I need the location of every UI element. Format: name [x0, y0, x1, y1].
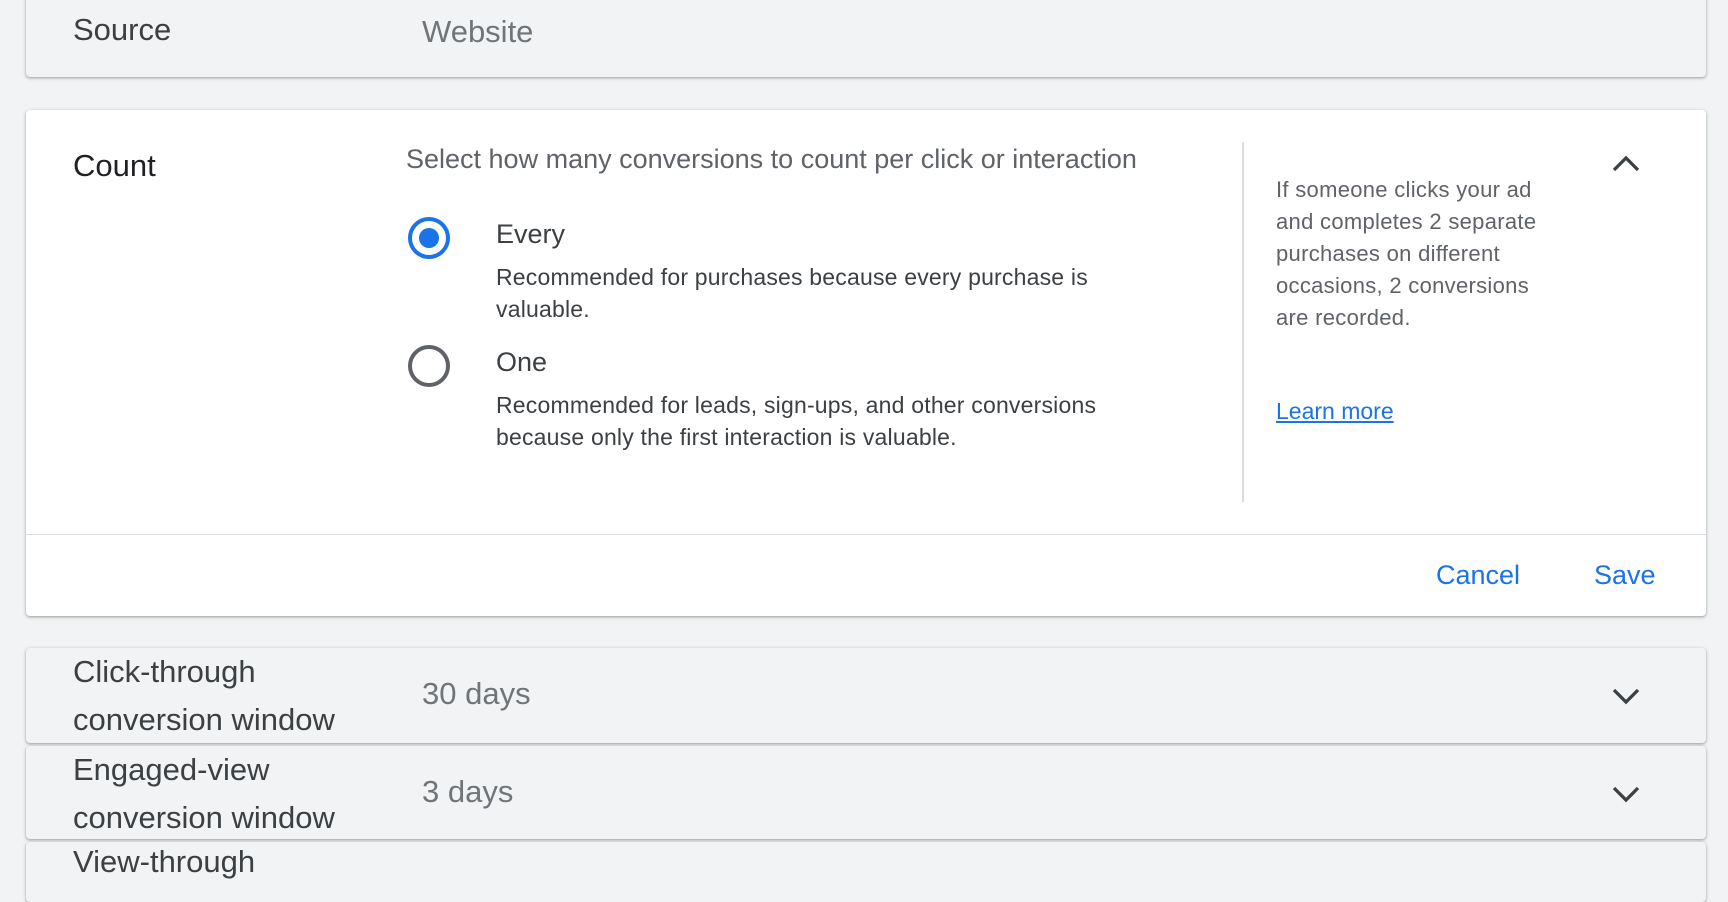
vertical-divider: [1242, 142, 1244, 502]
engaged-view-window-row[interactable]: Engaged-view conversion window 3 days: [26, 746, 1706, 839]
cancel-button[interactable]: Cancel: [1436, 560, 1520, 591]
view-through-label: View-through: [73, 844, 256, 879]
help-text: If someone clicks your ad and completes …: [1276, 177, 1537, 330]
count-prompt: Select how many conversions to count per…: [406, 144, 1137, 174]
source-row[interactable]: Source Website: [26, 0, 1706, 77]
learn-more-link[interactable]: Learn more: [1276, 398, 1394, 425]
engaged-view-value: 3 days: [422, 774, 514, 809]
chevron-up-icon[interactable]: [1608, 146, 1644, 182]
click-through-label-line1: Click-through: [73, 654, 256, 689]
radio-every-label: Every: [496, 219, 566, 249]
click-through-window-row[interactable]: Click-through conversion window 30 days: [26, 648, 1706, 743]
radio-every-description: Recommended for purchases because every …: [496, 264, 1088, 322]
chevron-down-icon[interactable]: [1608, 678, 1644, 714]
click-through-label-line2: conversion window: [73, 702, 335, 737]
engaged-view-label-line1: Engaged-view: [73, 752, 270, 787]
count-panel: Count Select how many conversions to cou…: [26, 110, 1706, 616]
engaged-view-label-line2: conversion window: [73, 800, 335, 835]
click-through-value: 30 days: [422, 676, 531, 711]
engaged-view-label: Engaged-view conversion window: [73, 746, 335, 842]
save-button[interactable]: Save: [1594, 560, 1656, 591]
count-label: Count: [73, 148, 156, 183]
radio-one[interactable]: [408, 345, 450, 387]
view-through-window-row[interactable]: View-through: [26, 842, 1706, 902]
source-label: Source: [73, 12, 172, 47]
radio-one-description: Recommended for leads, sign-ups, and oth…: [496, 392, 1097, 450]
radio-one-label: One: [496, 347, 548, 377]
source-value: Website: [422, 14, 534, 49]
radio-every[interactable]: [408, 217, 450, 259]
click-through-label: Click-through conversion window: [73, 648, 335, 744]
horizontal-divider: [26, 534, 1706, 535]
chevron-down-icon[interactable]: [1608, 776, 1644, 812]
